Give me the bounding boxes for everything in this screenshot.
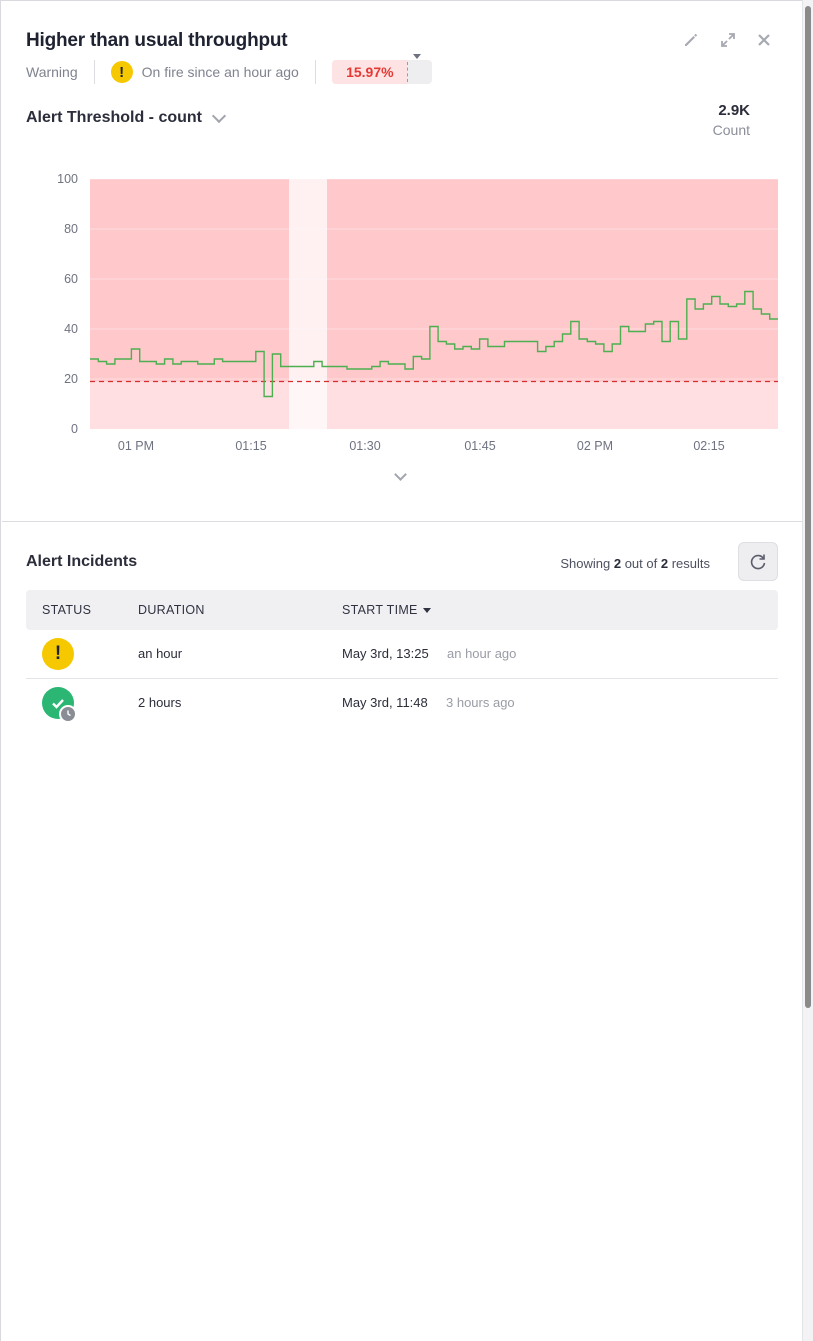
column-status[interactable]: STATUS <box>42 590 91 630</box>
start-time-cell: May 3rd, 11:48 <box>342 695 428 710</box>
sort-desc-icon <box>422 608 431 614</box>
metric-label: Count <box>712 122 750 138</box>
expand-icon[interactable] <box>718 31 738 51</box>
threshold-zone <box>90 381 778 429</box>
table-row[interactable]: ! an hour May 3rd, 13:25 an hour ago <box>26 630 778 679</box>
threshold-marker <box>406 62 408 82</box>
metric-dropdown-label: Alert Threshold - count <box>26 109 202 126</box>
column-duration[interactable]: DURATION <box>138 590 205 630</box>
scrollbar[interactable] <box>802 0 813 1341</box>
x-tick-label: 01:30 <box>349 439 380 453</box>
severity-label: Warning <box>26 64 78 80</box>
refresh-button[interactable] <box>738 542 778 581</box>
threshold-chart[interactable]: 100 80 60 40 20 0 01 PM 01:15 01:30 01:45 02 PM 02:… <box>1 161 801 461</box>
start-time-cell: May 3rd, 13:25 <box>342 646 429 661</box>
refresh-icon <box>750 554 766 569</box>
relative-time-cell: 3 hours ago <box>446 695 515 710</box>
section-divider <box>2 521 803 522</box>
x-tick-label: 02:15 <box>693 439 724 453</box>
metric-summary: 2.9K Count <box>713 102 750 138</box>
x-tick-label: 02 PM <box>577 439 613 453</box>
y-tick-label: 80 <box>64 222 78 236</box>
metric-value: 2.9K <box>718 102 750 119</box>
metric-dropdown[interactable]: Alert Threshold - count <box>26 108 227 127</box>
duration-cell: 2 hours <box>138 695 182 710</box>
y-tick-label: 40 <box>64 322 78 336</box>
separator <box>93 60 95 84</box>
duration-cell: an hour <box>138 646 183 661</box>
alert-status-line: Warning ! On fire since an hour ago 15.9… <box>26 59 432 85</box>
warning-status-icon: ! <box>42 638 74 670</box>
clock-icon <box>59 705 77 723</box>
results-of: out of <box>624 556 658 571</box>
alert-details-panel: Higher than usual throughput Warning ! O… <box>0 0 803 1341</box>
results-shown: 2 <box>613 556 622 571</box>
chevron-down-icon[interactable] <box>394 468 407 481</box>
chevron-down-icon <box>211 108 227 123</box>
results-prefix: Showing <box>560 556 611 571</box>
x-tick-label: 01:15 <box>235 439 266 453</box>
separator <box>314 60 316 84</box>
edit-icon[interactable] <box>681 31 701 51</box>
column-start-time[interactable]: START TIME <box>342 590 431 630</box>
y-tick-label: 0 <box>71 422 78 436</box>
status-text: On fire since an hour ago <box>141 64 299 80</box>
column-start-time-label: START TIME <box>342 603 418 617</box>
percent-badge: 15.97% <box>331 60 432 84</box>
x-tick-label: 01 PM <box>118 439 154 453</box>
incidents-title: Alert Incidents <box>26 553 138 570</box>
percent-value: 15.97% <box>346 64 394 80</box>
y-tick-label: 60 <box>64 272 78 286</box>
results-total: 2 <box>660 556 669 571</box>
alert-title: Higher than usual throughput <box>26 30 288 51</box>
scrollbar-thumb[interactable] <box>805 6 811 1008</box>
table-row[interactable]: 2 hours May 3rd, 11:48 3 hours ago <box>26 679 778 727</box>
critical-zone <box>90 179 778 382</box>
resolved-window <box>289 179 327 429</box>
y-tick-label: 20 <box>64 372 78 386</box>
x-tick-label: 01:45 <box>464 439 495 453</box>
close-icon[interactable] <box>754 31 774 51</box>
relative-time-cell: an hour ago <box>447 646 517 661</box>
caret-down-icon <box>413 54 421 59</box>
table-header: STATUS DURATION START TIME <box>26 590 778 630</box>
y-tick-label: 100 <box>57 172 78 186</box>
results-suffix: results <box>671 556 710 571</box>
incidents-table: STATUS DURATION START TIME ! an hour May… <box>26 590 778 727</box>
results-count: Showing 2 out of 2 results <box>560 556 710 571</box>
warning-icon: ! <box>110 61 133 83</box>
